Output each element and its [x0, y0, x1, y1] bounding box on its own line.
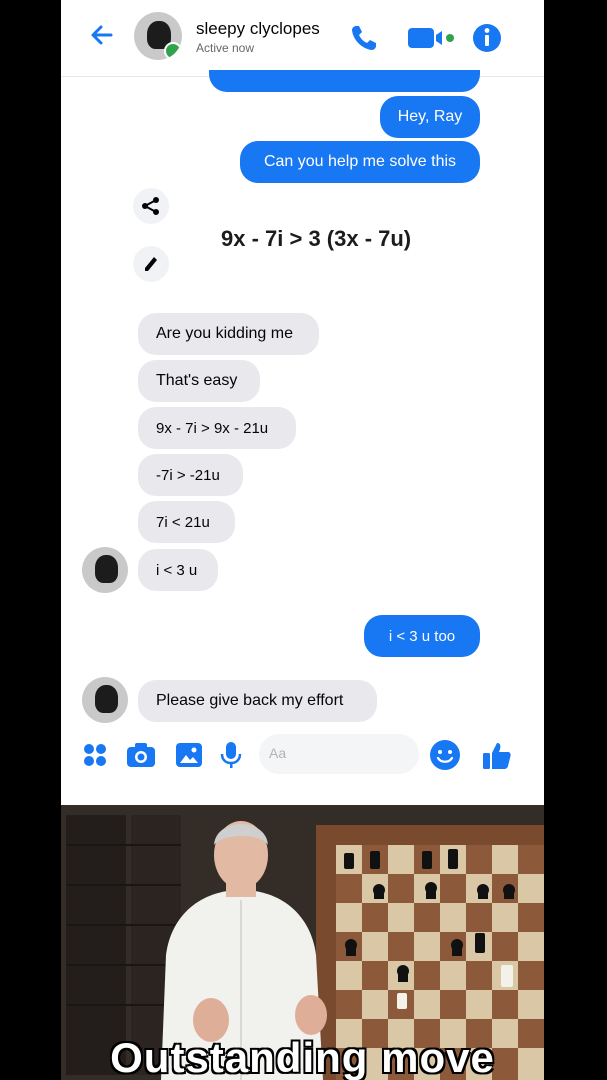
- mic-icon[interactable]: [219, 740, 243, 770]
- back-arrow-icon[interactable]: [87, 20, 117, 50]
- contact-name[interactable]: sleepy clyclopes: [196, 19, 320, 39]
- edit-button[interactable]: [133, 246, 169, 282]
- message-composer: Aa: [61, 730, 544, 780]
- gallery-icon[interactable]: [175, 741, 203, 769]
- like-icon[interactable]: [481, 739, 513, 771]
- camera-icon[interactable]: [126, 741, 156, 769]
- pencil-icon: [145, 257, 157, 271]
- video-call-icon[interactable]: [406, 22, 456, 54]
- sent-message[interactable]: Hey, Ray: [380, 96, 480, 138]
- meme-image: Outstanding move: [61, 805, 544, 1080]
- share-icon: [142, 197, 159, 215]
- received-message[interactable]: -7i > -21u: [138, 454, 243, 496]
- online-indicator: [164, 42, 182, 60]
- received-message[interactable]: That's easy: [138, 360, 260, 402]
- sender-avatar[interactable]: [82, 677, 128, 723]
- received-message[interactable]: Please give back my effort: [138, 680, 377, 722]
- share-button[interactable]: [133, 188, 169, 224]
- sent-message[interactable]: i < 3 u too: [364, 615, 480, 657]
- contact-avatar[interactable]: [134, 12, 182, 60]
- chat-header: sleepy clyclopes Active now: [61, 0, 544, 77]
- received-message[interactable]: 7i < 21u: [138, 501, 235, 543]
- emoji-icon[interactable]: [429, 739, 461, 771]
- equation-image[interactable]: 9x - 7i > 3 (3x - 7u): [221, 226, 411, 252]
- messenger-screen: sleepy clyclopes Active now Hey, Ray Can…: [61, 0, 544, 805]
- message-input-placeholder: Aa: [269, 745, 287, 761]
- received-message[interactable]: Are you kidding me: [138, 313, 319, 355]
- apps-icon[interactable]: [81, 741, 109, 769]
- active-status: Active now: [196, 41, 255, 55]
- meme-caption: Outstanding move: [110, 1034, 495, 1080]
- received-message[interactable]: 9x - 7i > 9x - 21u: [138, 407, 296, 449]
- info-icon[interactable]: [471, 22, 503, 54]
- sent-message[interactable]: Can you help me solve this: [240, 141, 480, 183]
- previous-message-bubble: [209, 70, 480, 92]
- sender-avatar[interactable]: [82, 547, 128, 593]
- phone-icon[interactable]: [348, 22, 380, 54]
- message-input[interactable]: Aa: [259, 734, 419, 774]
- received-message[interactable]: i < 3 u: [138, 549, 218, 591]
